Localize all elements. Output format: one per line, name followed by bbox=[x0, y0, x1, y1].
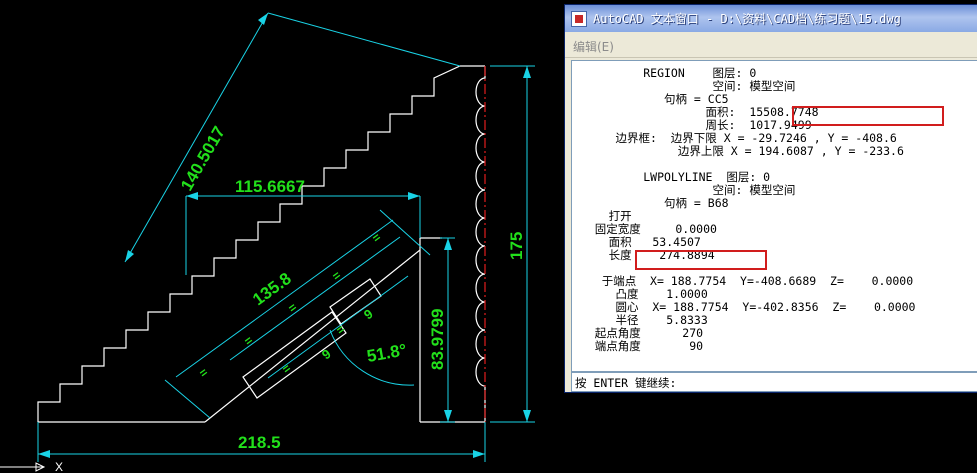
area-highlight-box bbox=[792, 106, 944, 126]
dim-small-a: 9 bbox=[361, 306, 376, 322]
menu-bar: 编辑(E) bbox=[565, 32, 977, 58]
equal-mark: = bbox=[334, 322, 348, 337]
dimension-arrows bbox=[38, 13, 531, 458]
dim-top-width: 115.6667 bbox=[235, 177, 305, 196]
dim-bottom-width: 218.5 bbox=[238, 433, 281, 452]
command-line[interactable]: 按 ENTER 键继续: bbox=[571, 372, 977, 392]
equal-mark: = bbox=[286, 300, 300, 315]
ucs-x-label: X bbox=[55, 460, 63, 473]
text-output-area[interactable]: REGION 图层: 0 空间: 模型空间 句柄 = CC5 面积: 15508… bbox=[571, 60, 977, 372]
equal-marks: = = = = = = = bbox=[197, 230, 384, 380]
output-line: 边界上限 X = 194.6087 , Y = -233.6 bbox=[574, 144, 904, 158]
dim-angle: 51.8° bbox=[365, 340, 408, 366]
output-line: 端点角度 90 bbox=[574, 339, 704, 353]
equal-mark: = bbox=[242, 333, 256, 348]
equal-mark: = bbox=[280, 361, 294, 376]
dim-right-height: 175 bbox=[507, 232, 526, 260]
menu-edit[interactable]: 编辑(E) bbox=[573, 38, 614, 55]
equal-mark: = bbox=[330, 268, 344, 283]
autocad-app-icon bbox=[571, 10, 587, 27]
equal-mark: = bbox=[370, 230, 384, 245]
title-bar[interactable]: AutoCAD 文本窗口 - D:\资料\CAD档\练习题\15.dwg bbox=[565, 5, 977, 32]
ucs-icon: X bbox=[0, 460, 63, 473]
autocad-text-window[interactable]: AutoCAD 文本窗口 - D:\资料\CAD档\练习题\15.dwg 编辑(… bbox=[564, 4, 977, 393]
scalloped-edge bbox=[475, 66, 486, 422]
window-title: AutoCAD 文本窗口 - D:\资料\CAD档\练习题\15.dwg bbox=[593, 12, 901, 26]
dim-small-b: 9 bbox=[319, 346, 334, 362]
diagonal-slots bbox=[38, 249, 421, 423]
command-prompt: 按 ENTER 键继续: bbox=[575, 376, 677, 390]
dim-middle-height: 83.9799 bbox=[428, 309, 447, 370]
dimension-lines bbox=[37, 12, 535, 462]
equal-mark: = bbox=[197, 365, 211, 380]
length-highlight-box bbox=[635, 250, 767, 270]
